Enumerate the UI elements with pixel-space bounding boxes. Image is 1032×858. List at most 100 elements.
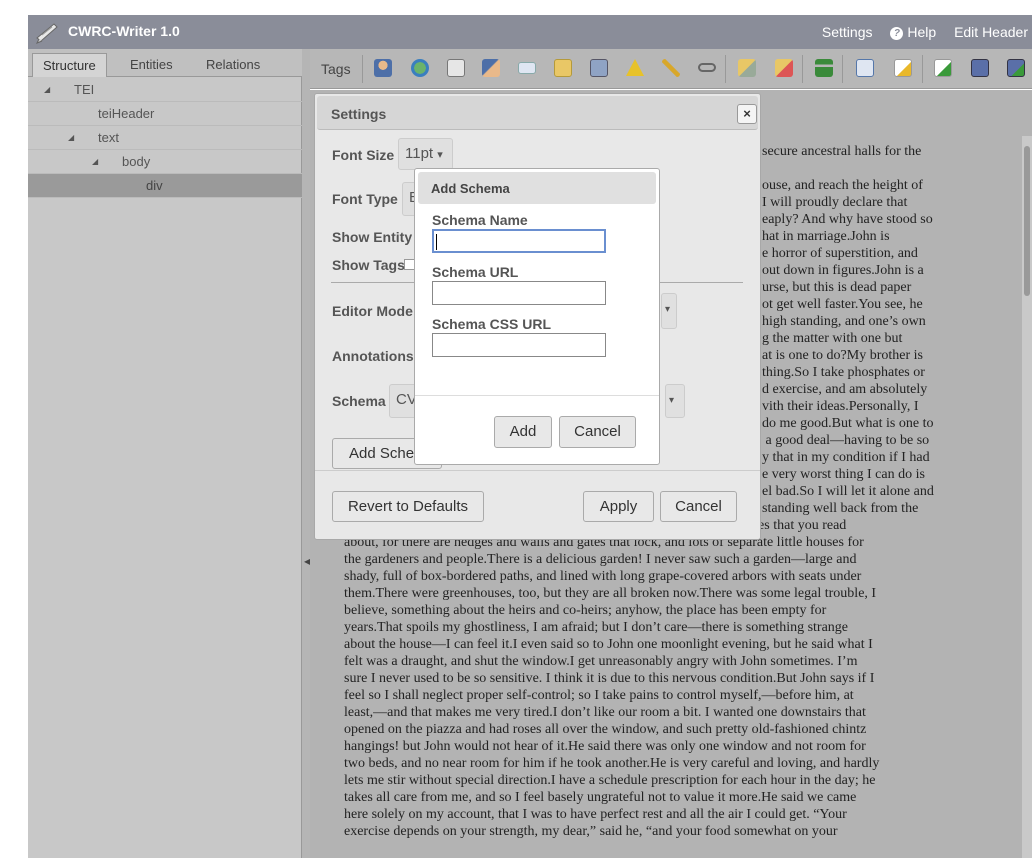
left-panel: Structure Entities Relations ◢ TEI teiHea… — [28, 49, 302, 858]
warning-icon[interactable] — [626, 59, 644, 76]
tree-node-teiheader[interactable]: teiHeader — [28, 102, 302, 126]
toolbar-separator — [922, 55, 923, 83]
tree-icon[interactable] — [815, 59, 833, 77]
expand-triangle-icon[interactable]: ◢ — [44, 78, 50, 102]
org-icon[interactable] — [482, 59, 500, 77]
header-nav: Settings ? Help Edit Header — [808, 24, 1028, 40]
document-line: felt was a draught, and shut the window.… — [344, 654, 858, 669]
tree-node-label: teiHeader — [98, 106, 155, 121]
document-line: least,—and that makes me very tired.I do… — [344, 705, 866, 720]
revert-defaults-button[interactable]: Revert to Defaults — [332, 491, 484, 522]
schema-name-input[interactable] — [432, 229, 606, 253]
validate-icon[interactable] — [934, 59, 952, 77]
document-line: about the house—I can feel it.I even sai… — [344, 637, 873, 652]
document-line: feel so I shall neglect proper self-cont… — [344, 688, 854, 703]
tree-node-div[interactable]: div — [28, 174, 302, 198]
schema-label: Schema — [332, 393, 386, 409]
document-line: sure I never used to be so sensitive. I … — [344, 671, 875, 686]
tab-structure[interactable]: Structure — [32, 53, 107, 77]
save-icon[interactable] — [971, 59, 989, 77]
document-line: opened on the piazza and had roses all o… — [344, 722, 867, 737]
schema-name-label: Schema Name — [432, 212, 528, 228]
add-schema-dialog: Add Schema Schema Name Schema URL Schema… — [414, 168, 660, 465]
link-icon[interactable] — [698, 63, 716, 72]
document-line: hangings! but John would not hear of it.… — [344, 739, 866, 754]
add-button[interactable]: Add — [494, 416, 552, 448]
edit-icon[interactable] — [894, 59, 912, 77]
panel-splitter[interactable]: ◀ — [302, 49, 310, 858]
close-icon[interactable]: × — [737, 104, 757, 124]
scrollbar-thumb[interactable] — [1024, 146, 1030, 296]
settings-cancel-button[interactable]: Cancel — [660, 491, 737, 522]
edit-header-link[interactable]: Edit Header — [954, 24, 1028, 40]
left-tabs: Structure Entities Relations — [28, 49, 302, 77]
editor-mode-label: Editor Mode — [332, 303, 413, 319]
add-schema-cancel-button[interactable]: Cancel — [559, 416, 636, 448]
place-icon[interactable] — [411, 59, 429, 77]
text-caret — [436, 234, 437, 250]
app-header: CWRC-Writer 1.0 Settings ? Help Edit Head… — [28, 15, 1032, 49]
toolbar-separator — [362, 55, 363, 83]
add-schema-title: Add Schema — [431, 181, 510, 196]
document-line: years.That spoils my ghostliness, I am a… — [344, 620, 849, 635]
note-icon[interactable] — [554, 59, 572, 77]
tree-node-text[interactable]: ◢ text — [28, 126, 302, 150]
editor-mode-select[interactable]: ▾ — [661, 293, 677, 329]
font-type-label: Font Type — [332, 191, 398, 207]
settings-title: Settings — [331, 106, 387, 122]
schema-css-url-input[interactable] — [432, 333, 606, 357]
show-tags-label: Show Tags — [332, 257, 405, 273]
document-line: two beds, and no near room for him if he… — [344, 756, 880, 771]
citation-icon[interactable] — [518, 62, 536, 74]
document-line: lets me stir without special direction.I… — [344, 773, 876, 788]
add-schema-footer-divider — [415, 395, 659, 396]
import-icon[interactable] — [856, 59, 874, 77]
expand-triangle-icon[interactable]: ◢ — [68, 126, 74, 150]
editor-scrollbar[interactable] — [1022, 136, 1032, 858]
editor-toolbar: Tags — [310, 49, 1032, 89]
tree-node-label: body — [122, 154, 151, 169]
tree-node-label: div — [146, 178, 163, 193]
apply-button[interactable]: Apply — [583, 491, 654, 522]
schema-url-input[interactable] — [432, 281, 606, 305]
toolbar-separator — [842, 55, 843, 83]
tree-node-body[interactable]: ◢ body — [28, 150, 302, 174]
settings-footer-divider — [315, 470, 760, 471]
tag-edit-icon[interactable] — [738, 59, 756, 77]
tree-node-tei[interactable]: ◢ TEI — [28, 78, 302, 102]
tree-node-label: TEI — [74, 82, 95, 97]
quill-logo-icon — [35, 23, 58, 44]
font-size-label: Font Size — [332, 147, 395, 163]
app-title: CWRC-Writer 1.0 — [68, 23, 180, 39]
date-icon[interactable] — [447, 59, 465, 77]
font-size-select[interactable]: 11pt ▾ — [398, 138, 453, 170]
document-line: shady, full of box-bordered paths, and l… — [344, 569, 862, 584]
settings-link[interactable]: Settings — [822, 24, 873, 40]
document-line: exercise depends on your strength, my de… — [344, 824, 838, 839]
app-root: CWRC-Writer 1.0 Settings ? Help Edit Head… — [0, 0, 1032, 858]
expand-triangle-icon[interactable]: ◢ — [92, 150, 98, 174]
schema-css-url-label: Schema CSS URL — [432, 316, 552, 332]
toolbar-separator — [725, 55, 726, 83]
title-icon[interactable] — [590, 59, 608, 77]
schema-select-caret[interactable]: ▾ — [665, 384, 685, 418]
structure-tree: ◢ TEI teiHeader ◢ text ◢ body div — [28, 78, 302, 198]
tree-node-label: text — [98, 130, 119, 145]
tab-relations[interactable]: Relations — [196, 53, 270, 77]
person-icon[interactable] — [374, 59, 392, 77]
help-link[interactable]: ? Help — [890, 24, 936, 40]
tab-entities[interactable]: Entities — [120, 53, 183, 77]
show-entity-label: Show Entity — [332, 229, 413, 245]
document-line: believe, something about the heirs and c… — [344, 603, 827, 618]
dropdown-caret-icon: ▾ — [437, 149, 443, 161]
help-icon: ? — [890, 27, 904, 40]
schema-url-label: Schema URL — [432, 264, 519, 280]
document-line: takes all care from me, and so I feel ba… — [344, 790, 857, 805]
key-icon[interactable] — [662, 59, 680, 77]
save-as-icon[interactable] — [1007, 59, 1025, 77]
settings-titlebar: Settings × — [317, 96, 758, 130]
tag-remove-icon[interactable] — [775, 59, 793, 77]
document-line: the gardeners and people.There is a deli… — [344, 552, 857, 567]
font-size-value: 11pt — [405, 145, 434, 162]
document-line: them.There were greenhouses, too, but th… — [344, 586, 877, 601]
